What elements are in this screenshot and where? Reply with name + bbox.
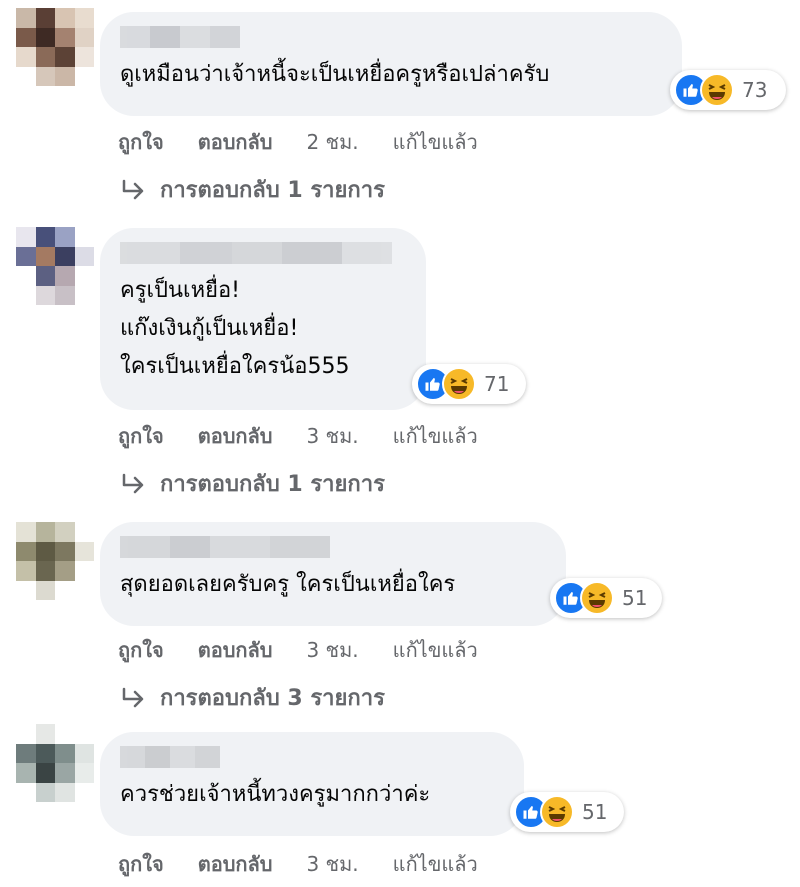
- reaction-summary[interactable]: 71: [412, 364, 526, 404]
- comment-bubble: ดูเหมือนว่าเจ้าหนี้จะเป็นเหยื่อครูหรือเป…: [100, 12, 682, 116]
- view-replies-link[interactable]: การตอบกลับ 1 รายการ: [120, 466, 385, 501]
- reaction-count: 51: [582, 800, 608, 824]
- reply-button[interactable]: ตอบกลับ: [198, 126, 273, 158]
- reaction-summary[interactable]: 73: [670, 70, 786, 110]
- comment-bubble: สุดยอดเลยครับครู ใครเป็นเหยื่อใคร: [100, 522, 566, 626]
- timestamp[interactable]: 3 ชม.: [306, 420, 358, 452]
- edited-label: แก้ไขแล้ว: [392, 638, 478, 662]
- comment-text: ดูเหมือนว่าเจ้าหนี้จะเป็นเหยื่อครูหรือเป…: [120, 62, 550, 87]
- reaction-summary[interactable]: 51: [550, 578, 662, 618]
- author-name-redacted[interactable]: [120, 242, 392, 264]
- reaction-count: 71: [484, 372, 510, 396]
- comment-actions: ถูกใจ ตอบกลับ 2 ชม. แก้ไขแล้ว: [118, 126, 478, 158]
- avatar[interactable]: [16, 724, 94, 802]
- avatar[interactable]: [16, 522, 94, 600]
- reply-arrow-icon: [122, 179, 144, 199]
- comment-actions: ถูกใจ ตอบกลับ 3 ชม. แก้ไขแล้ว: [118, 420, 478, 452]
- timestamp[interactable]: 3 ชม.: [306, 634, 358, 666]
- reply-button[interactable]: ตอบกลับ: [198, 634, 273, 666]
- haha-icon: [442, 367, 476, 401]
- reply-arrow-icon: [122, 473, 144, 493]
- replies-label: การตอบกลับ 1 รายการ: [160, 178, 385, 203]
- author-name-redacted[interactable]: [120, 536, 330, 558]
- haha-icon: [580, 581, 614, 615]
- timestamp[interactable]: 3 ชม.: [306, 848, 358, 880]
- comment-bubble: ครูเป็นเหยื่อ! แก๊งเงินกู้เป็นเหยื่อ! ใค…: [100, 228, 426, 410]
- author-name-redacted[interactable]: [120, 26, 240, 48]
- like-button[interactable]: ถูกใจ: [118, 420, 164, 452]
- like-button[interactable]: ถูกใจ: [118, 634, 164, 666]
- reaction-summary[interactable]: 51: [510, 792, 624, 832]
- comment-text: ครูเป็นเหยื่อ! แก๊งเงินกู้เป็นเหยื่อ! ใค…: [120, 278, 350, 379]
- reply-button[interactable]: ตอบกลับ: [198, 848, 273, 880]
- view-replies-link[interactable]: การตอบกลับ 3 รายการ: [120, 680, 385, 715]
- reaction-count: 73: [742, 78, 768, 102]
- avatar[interactable]: [16, 8, 94, 86]
- reply-arrow-icon: [122, 687, 144, 707]
- like-button[interactable]: ถูกใจ: [118, 848, 164, 880]
- replies-label: การตอบกลับ 1 รายการ: [160, 472, 385, 497]
- author-name-redacted[interactable]: [120, 746, 220, 768]
- edited-label: แก้ไขแล้ว: [392, 130, 478, 154]
- reply-button[interactable]: ตอบกลับ: [198, 420, 273, 452]
- avatar[interactable]: [16, 227, 94, 305]
- reaction-count: 51: [622, 586, 648, 610]
- haha-icon: [540, 795, 574, 829]
- comment-actions: ถูกใจ ตอบกลับ 3 ชม. แก้ไขแล้ว: [118, 848, 478, 880]
- edited-label: แก้ไขแล้ว: [392, 852, 478, 876]
- replies-label: การตอบกลับ 3 รายการ: [160, 686, 385, 711]
- comment-actions: ถูกใจ ตอบกลับ 3 ชม. แก้ไขแล้ว: [118, 634, 478, 666]
- view-replies-link[interactable]: การตอบกลับ 1 รายการ: [120, 172, 385, 207]
- timestamp[interactable]: 2 ชม.: [306, 126, 358, 158]
- like-button[interactable]: ถูกใจ: [118, 126, 164, 158]
- comment-bubble: ควรช่วยเจ้าหนี้ทวงครูมากกว่าค่ะ: [100, 732, 524, 836]
- comment-text: ควรช่วยเจ้าหนี้ทวงครูมากกว่าค่ะ: [120, 782, 431, 807]
- comment-text: สุดยอดเลยครับครู ใครเป็นเหยื่อใคร: [120, 572, 456, 597]
- edited-label: แก้ไขแล้ว: [392, 424, 478, 448]
- haha-icon: [700, 73, 734, 107]
